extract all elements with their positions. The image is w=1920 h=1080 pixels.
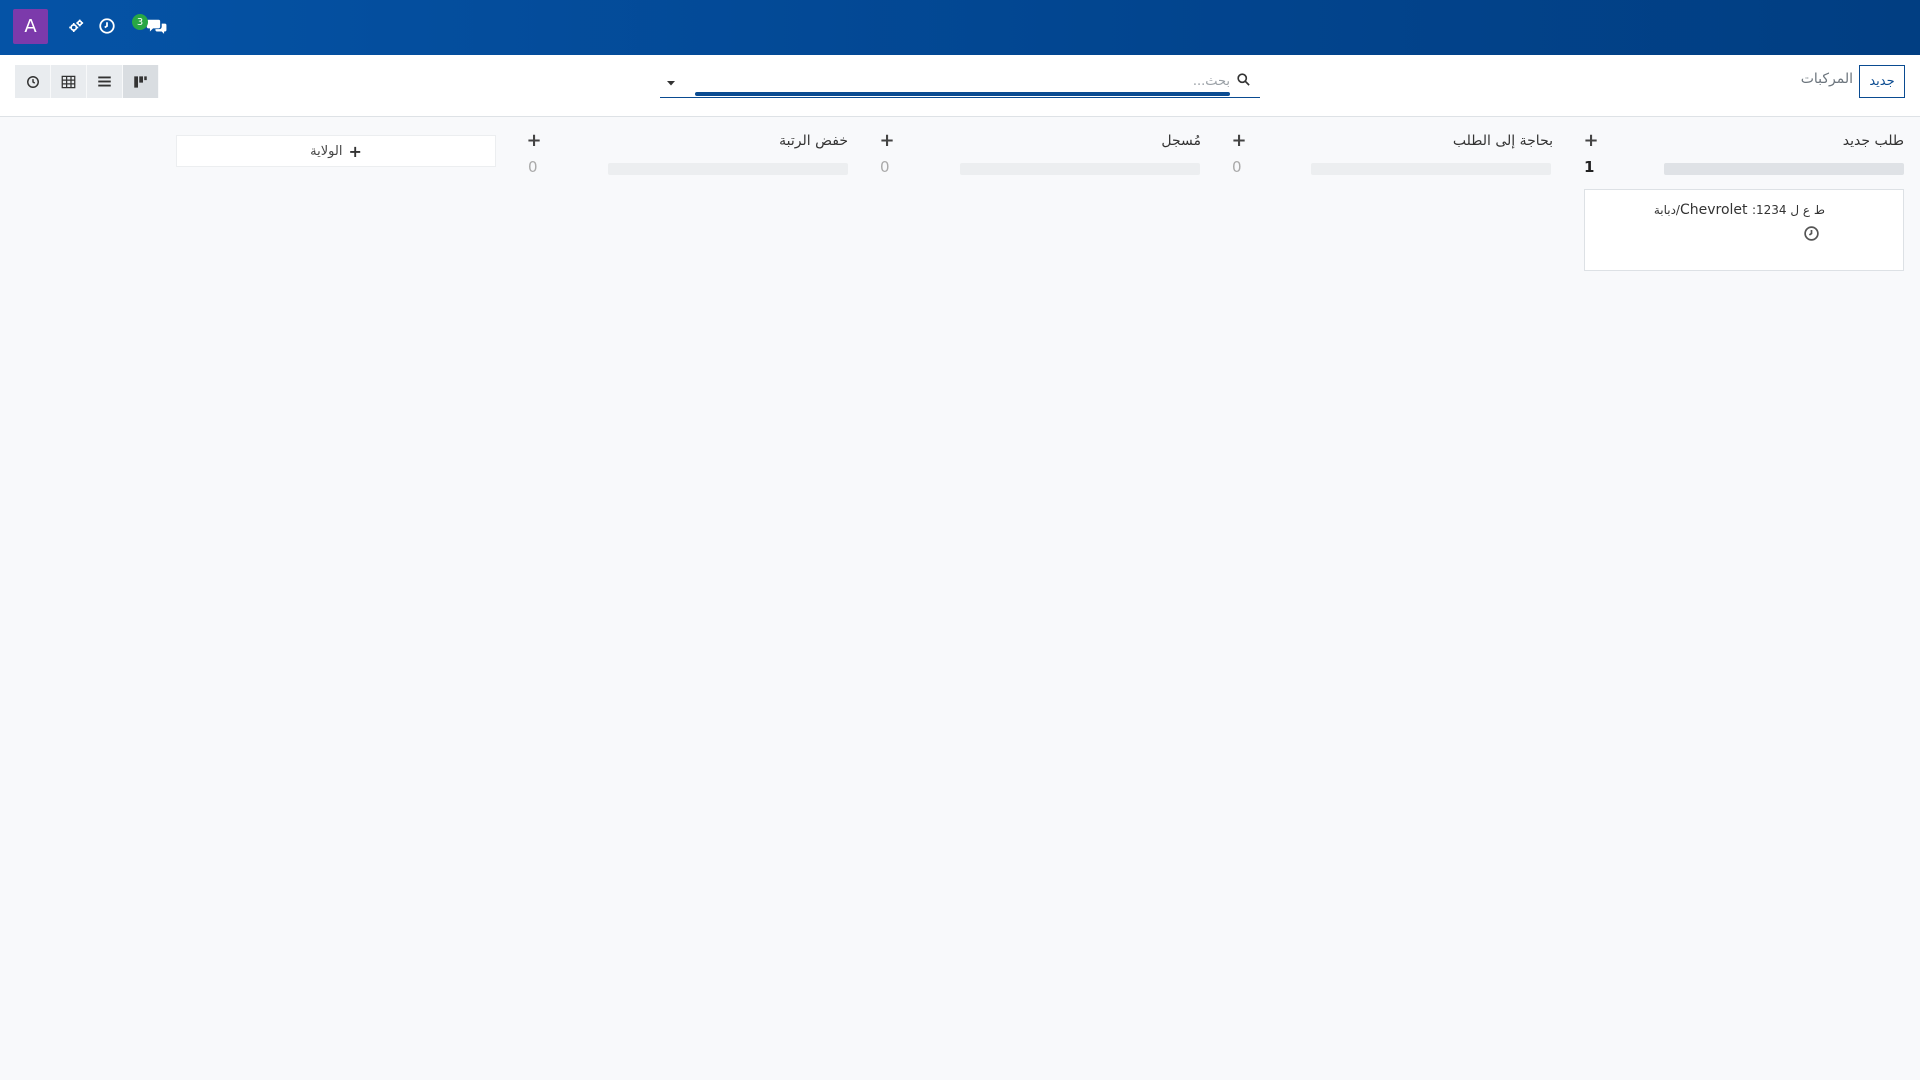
column-title[interactable]: طلب جديد [1843, 133, 1904, 149]
column-add-button[interactable]: + [1231, 132, 1247, 150]
card-title: ط ع ل 1234: Chevrolet/دبابة [1653, 202, 1825, 218]
column-progress-bar[interactable] [960, 163, 1200, 175]
user-avatar[interactable]: A [13, 9, 48, 44]
new-button[interactable]: جديد [1859, 65, 1905, 98]
column-count: 0 [528, 158, 538, 176]
column-progress-bar[interactable] [1664, 163, 1904, 175]
chevron-down-icon[interactable] [665, 74, 679, 88]
add-column-label: الولاية [310, 143, 343, 159]
pivot-view-icon[interactable] [51, 65, 87, 98]
kanban-card[interactable]: ط ع ل 1234: Chevrolet/دبابة [1584, 189, 1904, 271]
column-title[interactable]: خفض الرتبة [779, 133, 848, 149]
add-column-button[interactable]: + الولاية [176, 135, 496, 167]
column-count: 0 [1232, 158, 1242, 176]
settings-gear-icon[interactable] [65, 15, 87, 37]
column-progress-bar[interactable] [608, 163, 848, 175]
search-focus-bar [695, 92, 1230, 96]
column-count: 1 [1584, 158, 1595, 176]
column-count: 0 [880, 158, 890, 176]
column-add-button[interactable]: + [879, 132, 895, 150]
list-view-icon[interactable] [87, 65, 123, 98]
view-switcher [15, 65, 159, 98]
clock-icon[interactable] [96, 15, 118, 37]
column-title[interactable]: مُسجل [1161, 133, 1201, 149]
column-progress-bar[interactable] [1311, 163, 1551, 175]
column-title[interactable]: بحاجة إلى الطلب [1453, 133, 1553, 149]
column-add-button[interactable]: + [526, 132, 542, 150]
kanban-view-icon[interactable] [123, 65, 159, 98]
activity-view-icon[interactable] [15, 65, 51, 98]
chat-icon[interactable] [145, 15, 169, 37]
activity-clock-icon[interactable] [1803, 225, 1820, 242]
plus-icon: + [348, 141, 362, 161]
search-input[interactable] [695, 68, 1230, 94]
control-panel: المركبات جديد [0, 55, 1920, 117]
breadcrumb: المركبات [1800, 71, 1853, 87]
search-icon [1236, 72, 1254, 90]
search-bar [660, 68, 1260, 98]
top-navbar: A 3 [0, 0, 1920, 55]
column-add-button[interactable]: + [1583, 132, 1599, 150]
kanban-board: طلب جديد + 1 ط ع ل 1234: Chevrolet/دبابة… [0, 118, 1920, 1080]
messages-badge: 3 [132, 14, 148, 30]
